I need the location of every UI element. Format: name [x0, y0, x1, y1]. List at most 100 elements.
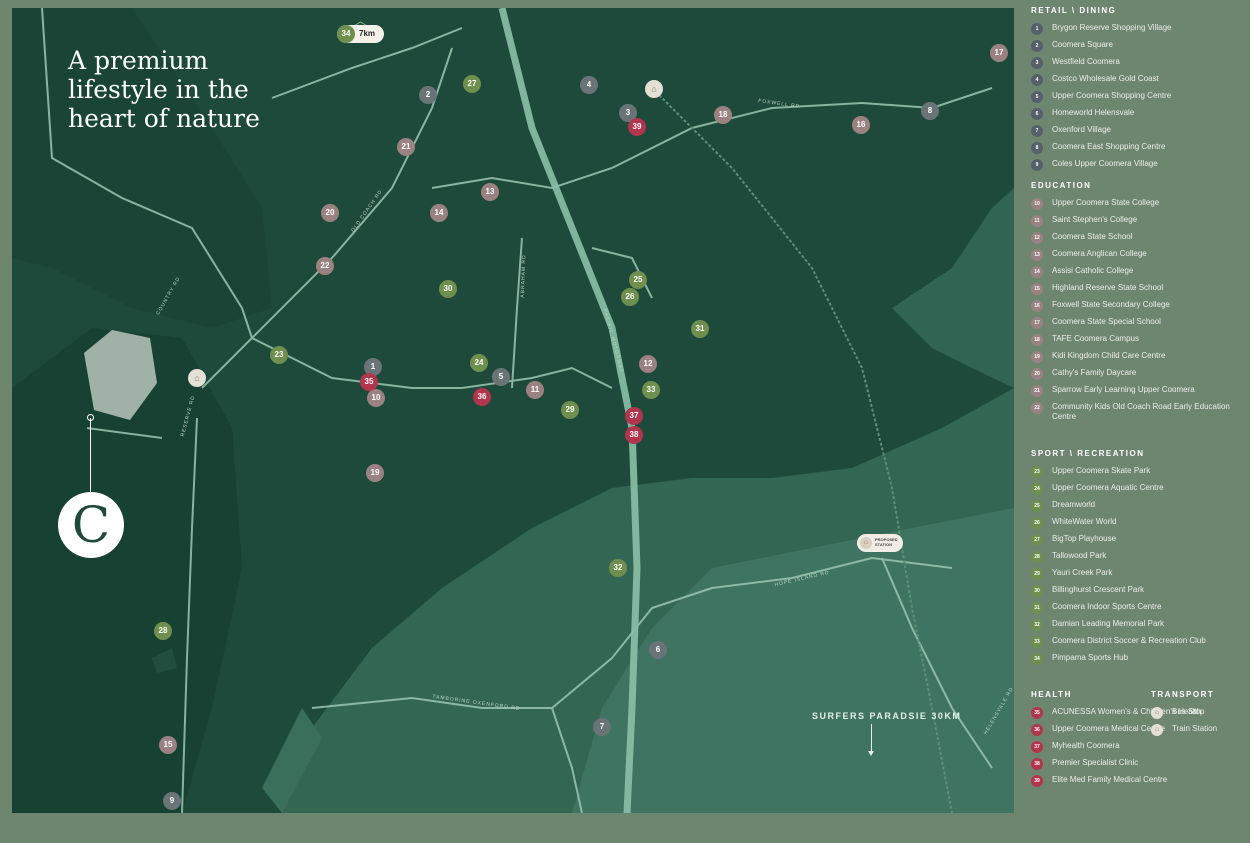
map-pin-39[interactable]: 39 [628, 118, 646, 136]
legend-number-badge: 17 [1031, 317, 1043, 329]
map-pin-6[interactable]: 6 [649, 641, 667, 659]
legend-item: 34 Pimpama Sports Hub [1031, 653, 1206, 670]
legend-item-label: Upper Coomera Skate Park [1052, 466, 1151, 475]
legend-number-badge: 5 [1031, 91, 1043, 103]
legend-item-label: Coomera State Special School [1052, 317, 1161, 326]
map-pin-35[interactable]: 35 [360, 373, 378, 391]
map-pin-18[interactable]: 18 [714, 106, 732, 124]
legend-item-label: Oxenford Village [1052, 125, 1111, 134]
headline-line-3: heart of nature [68, 104, 260, 133]
legend-item-label: Billinghurst Crescent Park [1052, 585, 1145, 594]
surfers-paradise-label: SURFERS PARADSIE 30KM [812, 711, 962, 721]
proposed-station-label: PROPOSED STATION [875, 537, 898, 547]
map-pin-38[interactable]: 38 [625, 426, 643, 444]
legend-item: 4 Costco Wholesale Gold Coast [1031, 74, 1171, 91]
legend-number-badge: 22 [1031, 402, 1043, 414]
map-pin-16[interactable]: 16 [852, 116, 870, 134]
legend-item-label: Tallowood Park [1052, 551, 1107, 560]
legend-item: 6 Homeworld Helensvale [1031, 108, 1171, 125]
legend-item: 20 Cathy's Family Daycare [1031, 368, 1241, 385]
map-pin-32[interactable]: 32 [609, 559, 627, 577]
map-pin-30[interactable]: 30 [439, 280, 457, 298]
legend-item-label: Coomera State School [1052, 232, 1133, 241]
map-pin-28[interactable]: 28 [154, 622, 172, 640]
legend-item: 5 Upper Coomera Shopping Centre [1031, 91, 1171, 108]
site-pointer-line [90, 418, 91, 492]
map-pin-26[interactable]: 26 [621, 288, 639, 306]
map-pin-36[interactable]: 36 [473, 388, 491, 406]
map-pin-19[interactable]: 19 [366, 464, 384, 482]
legend-item-label: Myhealth Coomera [1052, 741, 1120, 750]
proposed-station[interactable]: ⌂ PROPOSED STATION [857, 534, 903, 552]
legend-item-label: BigTop Playhouse [1052, 534, 1117, 543]
legend-transport-title: TRANSPORT [1151, 690, 1215, 699]
map-pin-27[interactable]: 27 [463, 75, 481, 93]
map-area[interactable]: A premium lifestyle in the heart of natu… [12, 8, 1014, 813]
train-icon: ⌂ [860, 537, 872, 549]
legend-item: 16 Foxwell State Secondary College [1031, 300, 1241, 317]
map-pin-37[interactable]: 37 [625, 407, 643, 425]
map-pin-31[interactable]: 31 [691, 320, 709, 338]
map-pin-5[interactable]: 5 [492, 368, 510, 386]
legend-item-label: Bus Stop [1172, 707, 1205, 716]
legend-sport-list: 23 Upper Coomera Skate Park 24 Upper Coomer… [1031, 466, 1206, 670]
legend-item: 19 Kidi Kingdom Child Care Centre [1031, 351, 1241, 368]
legend-item-label: Elite Med Family Medical Centre [1052, 775, 1168, 784]
legend-transport-list: ⌂ Bus Stop ⌂ Train Station [1151, 707, 1217, 741]
map-pin-22[interactable]: 22 [316, 257, 334, 275]
legend-item: 10 Upper Coomera State College [1031, 198, 1241, 215]
map-pin-14[interactable]: 14 [430, 204, 448, 222]
map-pin-9[interactable]: 9 [163, 792, 181, 810]
map-pin-23[interactable]: 23 [270, 346, 288, 364]
legend-number-badge: 33 [1031, 636, 1043, 648]
legend-number-badge: 32 [1031, 619, 1043, 631]
map-pin-13[interactable]: 13 [481, 183, 499, 201]
map-pin-7[interactable]: 7 [593, 718, 611, 736]
map-pin-12[interactable]: 12 [639, 355, 657, 373]
train-icon[interactable]: ⌂ [645, 80, 663, 98]
legend-number-badge: 16 [1031, 300, 1043, 312]
map-pin-2[interactable]: 2 [419, 86, 437, 104]
legend-item-label: Pimpama Sports Hub [1052, 653, 1129, 662]
legend-item: 29 Yauri Creek Park [1031, 568, 1206, 585]
map-pin-24[interactable]: 24 [470, 354, 488, 372]
map-pin-33[interactable]: 33 [642, 381, 660, 399]
legend-number-badge: 29 [1031, 568, 1043, 580]
legend-item-label: Assisi Catholic College [1052, 266, 1134, 275]
legend-item: 18 TAFE Coomera Campus [1031, 334, 1241, 351]
legend-number-badge: 31 [1031, 602, 1043, 614]
legend-number-badge: 21 [1031, 385, 1043, 397]
legend-item: 7 Oxenford Village [1031, 125, 1171, 142]
map-pin-4[interactable]: 4 [580, 76, 598, 94]
map-pin-10[interactable]: 10 [367, 389, 385, 407]
legend-number-badge: 39 [1031, 775, 1043, 787]
map-pin-11[interactable]: 11 [526, 381, 544, 399]
arrow-down-icon [868, 724, 874, 756]
legend-item: 2 Coomera Square [1031, 40, 1171, 57]
map-pin-17[interactable]: 17 [990, 44, 1008, 62]
distance-pill-number: 34 [337, 25, 355, 43]
legend-item: 22 Community Kids Old Coach Road Early Ed… [1031, 402, 1241, 422]
legend-number-badge: 8 [1031, 142, 1043, 154]
legend-item: 15 Highland Reserve State School [1031, 283, 1241, 300]
legend-retail: RETAIL \ DINING 1 Brygon Reserve Shopping… [1031, 6, 1171, 176]
legend-number-badge: 3 [1031, 57, 1043, 69]
map-pin-21[interactable]: 21 [397, 138, 415, 156]
legend-number-badge: 30 [1031, 585, 1043, 597]
legend-item-label: Upper Coomera State College [1052, 198, 1160, 207]
map-pin-29[interactable]: 29 [561, 401, 579, 419]
distance-pill[interactable]: 34 7km [337, 25, 384, 43]
map-pin-25[interactable]: 25 [629, 271, 647, 289]
site-logo[interactable]: C [58, 492, 124, 558]
map-pin-15[interactable]: 15 [159, 736, 177, 754]
map-pin-8[interactable]: 8 [921, 102, 939, 120]
legend-item-label: Costco Wholesale Gold Coast [1052, 74, 1159, 83]
train-icon[interactable]: ⌂ [188, 369, 206, 387]
legend-item-label: Highland Reserve State School [1052, 283, 1164, 292]
legend-item: 12 Coomera State School [1031, 232, 1241, 249]
legend-item: 23 Upper Coomera Skate Park [1031, 466, 1206, 483]
map-pin-20[interactable]: 20 [321, 204, 339, 222]
legend-number-badge: 34 [1031, 653, 1043, 665]
bus-icon: ⌂ [1151, 707, 1163, 719]
legend-item: 13 Coomera Anglican College [1031, 249, 1241, 266]
